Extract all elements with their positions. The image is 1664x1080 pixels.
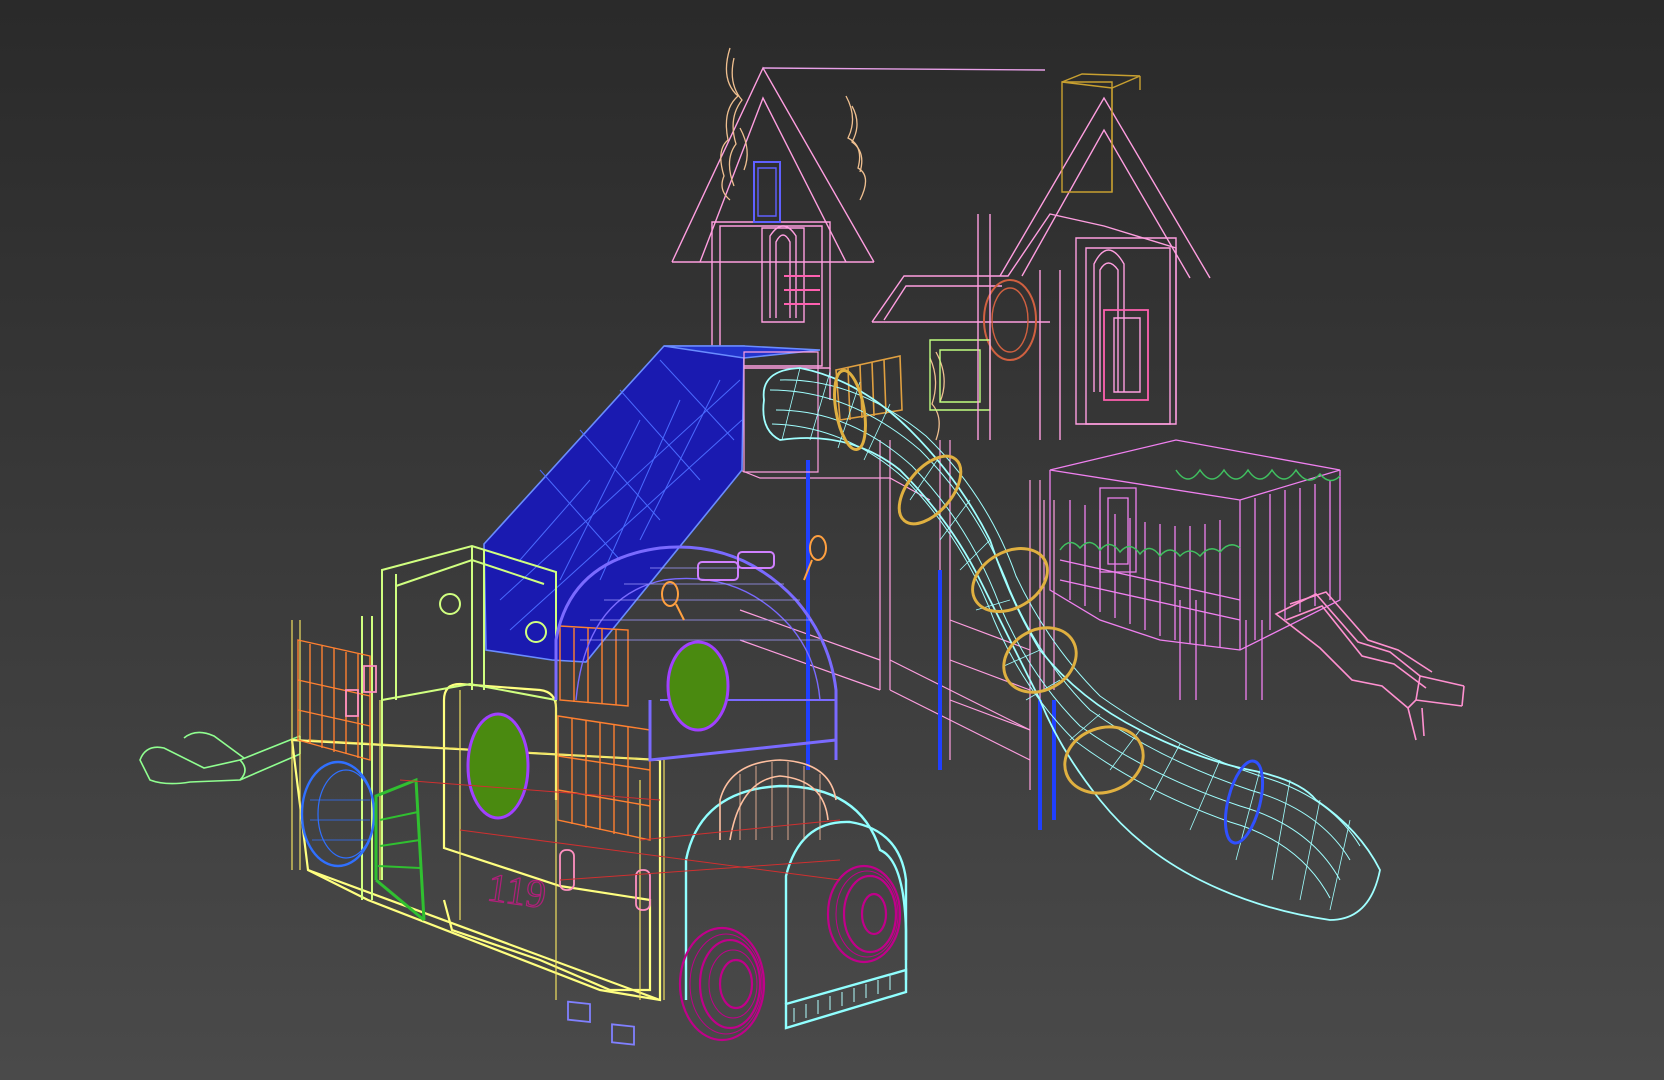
spring-rocker[interactable]	[140, 732, 300, 783]
climbing-ramp[interactable]	[484, 346, 820, 662]
truck-porthole	[302, 762, 374, 866]
3d-viewport[interactable]: 119	[0, 0, 1664, 1080]
truck-front-arch[interactable]	[686, 786, 906, 1028]
deck-railing	[836, 356, 902, 420]
truck-window-right	[668, 642, 728, 730]
fenced-deck[interactable]	[1050, 440, 1340, 700]
wireframe-scene[interactable]: 119	[0, 0, 1664, 1080]
truck-wheel-rear	[828, 866, 900, 962]
truck-decal-number: 119	[485, 864, 549, 917]
house-lower-frame	[740, 440, 1054, 790]
truck-wheel-front	[680, 928, 764, 1040]
tube-slide-rings	[829, 368, 1152, 804]
house-right-tower[interactable]	[872, 98, 1210, 440]
truck-window-left	[468, 714, 528, 818]
small-slide[interactable]	[1276, 592, 1464, 740]
truck-ladder[interactable]	[376, 780, 424, 920]
truck-interior-lines	[400, 780, 840, 880]
chimney	[1062, 74, 1140, 192]
flame-decorations	[721, 48, 944, 440]
